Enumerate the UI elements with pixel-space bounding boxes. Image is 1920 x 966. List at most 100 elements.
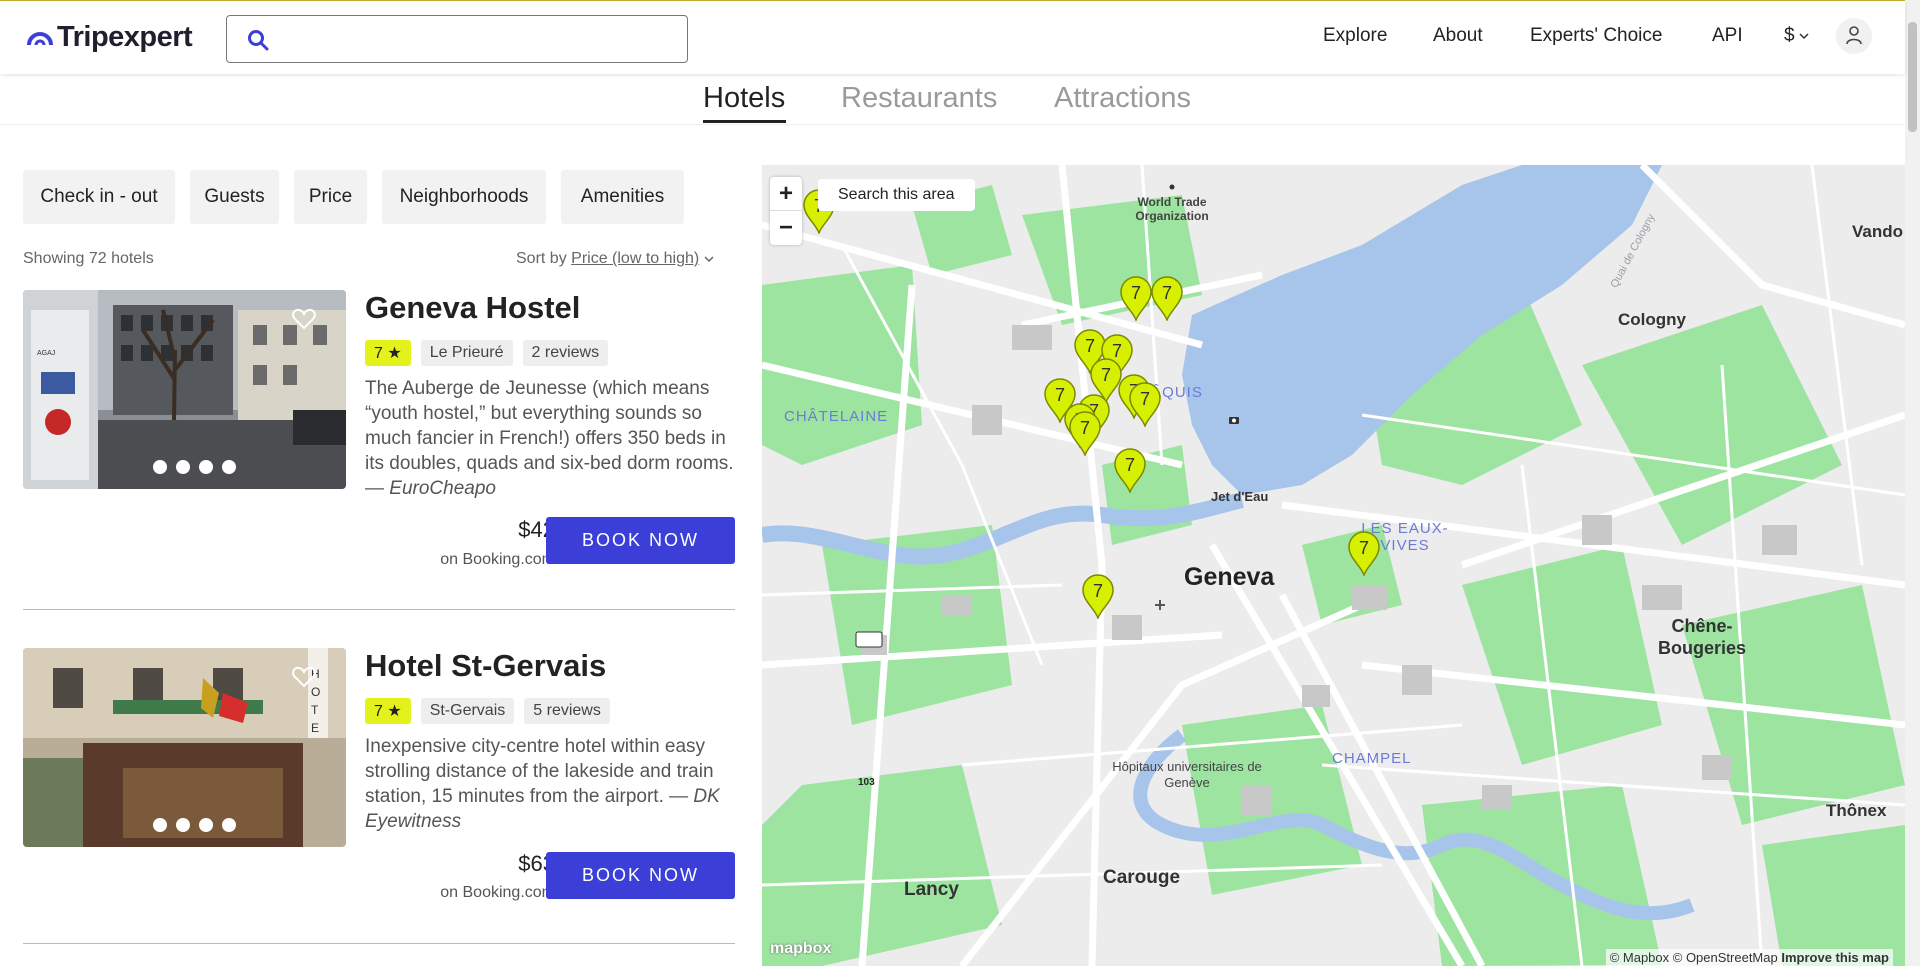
- hotel-map-marker[interactable]: 7: [1347, 530, 1381, 578]
- zoom-out-button[interactable]: −: [770, 211, 802, 245]
- nav-api[interactable]: API: [1712, 25, 1743, 47]
- logo-text: Tripexpert: [57, 21, 193, 53]
- map-label-lancy: Lancy: [904, 879, 959, 900]
- nav-explore[interactable]: Explore: [1323, 25, 1387, 47]
- zoom-control: + −: [770, 177, 802, 245]
- card-divider: [23, 943, 735, 944]
- carousel-dot[interactable]: [199, 460, 213, 474]
- hotel-card[interactable]: H O T E Hotel St-Gervais 7 ★ St-Gervais …: [23, 648, 735, 928]
- hotel-card[interactable]: AGAJ Geneva Hostel 7 ★ Le Prieuré 2 revi…: [23, 290, 735, 570]
- filter-guests[interactable]: Guests: [190, 170, 279, 224]
- filter-check-in-out[interactable]: Check in - out: [23, 170, 175, 224]
- hotel-description: Inexpensive city-centre hotel within eas…: [365, 734, 737, 834]
- hotel-map-marker[interactable]: 7: [1150, 275, 1184, 323]
- photo-carousel-dots[interactable]: [153, 818, 236, 832]
- category-tabs: Hotels Restaurants Attractions: [0, 74, 1905, 125]
- neighborhood-badge[interactable]: Le Prieuré: [420, 340, 513, 366]
- carousel-dot[interactable]: [222, 460, 236, 474]
- svg-text:7: 7: [1125, 455, 1135, 475]
- svg-text:7: 7: [1140, 389, 1150, 409]
- map-label-jet-deau: Jet d'Eau: [1211, 489, 1269, 504]
- description-source: EuroCheapo: [389, 478, 496, 499]
- sort-control[interactable]: Sort by Price (low to high): [516, 250, 714, 268]
- search-icon: [248, 30, 269, 51]
- map-attribution: © Mapbox © OpenStreetMap Improve this ma…: [1605, 949, 1893, 966]
- rating-badge: 7 ★: [365, 340, 411, 366]
- hotel-badges: 7 ★ St-Gervais 5 reviews: [365, 698, 610, 724]
- map-label-hopitaux: Hôpitaux universitaires de Genève: [1112, 759, 1262, 790]
- tab-attractions[interactable]: Attractions: [1054, 82, 1191, 115]
- search-this-area-button[interactable]: Search this area: [818, 179, 975, 211]
- sort-value[interactable]: Price (low to high): [571, 250, 699, 267]
- page-scrollbar[interactable]: [1905, 0, 1920, 966]
- tab-hotels[interactable]: Hotels: [703, 82, 785, 115]
- tripexpert-logo-icon: [27, 31, 53, 45]
- sort-prefix: Sort by: [516, 250, 572, 267]
- improve-map-link[interactable]: Improve this map: [1781, 950, 1889, 965]
- map-label-chatelaine: CHÂTELAINE: [784, 408, 889, 425]
- search-input[interactable]: [283, 24, 673, 54]
- tab-restaurants[interactable]: Restaurants: [841, 82, 997, 115]
- description-text: Inexpensive city-centre hotel within eas…: [365, 736, 714, 807]
- road-number-label: 103: [858, 777, 875, 788]
- carousel-dot[interactable]: [222, 818, 236, 832]
- favorite-heart-icon[interactable]: [292, 666, 316, 688]
- nav-experts-choice[interactable]: Experts' Choice: [1530, 25, 1662, 47]
- hotel-map-marker[interactable]: 7: [1119, 275, 1153, 323]
- carousel-dot[interactable]: [199, 818, 213, 832]
- filter-amenities[interactable]: Amenities: [561, 170, 684, 224]
- currency-selector[interactable]: $: [1784, 25, 1809, 47]
- price-source: on Booking.com: [440, 884, 555, 901]
- user-menu-button[interactable]: [1836, 18, 1872, 54]
- search-box[interactable]: [226, 15, 688, 63]
- attribution-text[interactable]: © Mapbox © OpenStreetMap: [1610, 950, 1778, 965]
- svg-text:7: 7: [1162, 283, 1172, 303]
- hotel-price: $63: [518, 851, 555, 876]
- map-label-thonex: Thônex: [1826, 801, 1887, 820]
- hotel-photo[interactable]: AGAJ: [23, 290, 346, 489]
- svg-text:AGAJ: AGAJ: [37, 350, 55, 357]
- filter-neighborhoods[interactable]: Neighborhoods: [382, 170, 546, 224]
- carousel-dot[interactable]: [153, 818, 167, 832]
- svg-text:E: E: [311, 721, 319, 735]
- logo[interactable]: Tripexpert: [27, 21, 193, 54]
- chevron-down-icon: [704, 256, 714, 263]
- hotel-map-marker[interactable]: 7: [1068, 410, 1102, 458]
- scrollbar-thumb[interactable]: [1908, 22, 1917, 132]
- site-header: Tripexpert Explore About Experts' Choice…: [0, 1, 1905, 74]
- mapbox-logo[interactable]: mapbox: [770, 940, 831, 958]
- zoom-in-button[interactable]: +: [770, 177, 802, 211]
- svg-text:7: 7: [1359, 538, 1369, 558]
- map-base: [762, 165, 1905, 966]
- photo-carousel-dots[interactable]: [153, 460, 236, 474]
- map-label-geneva: Geneva: [1184, 563, 1275, 591]
- favorite-heart-icon[interactable]: [292, 308, 316, 330]
- results-map[interactable]: World Trade Organization Vando Cologny Q…: [762, 165, 1905, 966]
- map-label-cologny: Cologny: [1618, 310, 1686, 329]
- carousel-dot[interactable]: [176, 460, 190, 474]
- carousel-dot[interactable]: [176, 818, 190, 832]
- filter-price[interactable]: Price: [294, 170, 367, 224]
- carousel-dot[interactable]: [153, 460, 167, 474]
- book-now-button[interactable]: BOOK NOW: [546, 852, 735, 899]
- hotel-map-marker[interactable]: 7: [1081, 573, 1115, 621]
- hotel-map-marker[interactable]: 7: [1128, 381, 1162, 429]
- reviews-badge[interactable]: 5 reviews: [524, 698, 610, 724]
- hotel-photo[interactable]: H O T E: [23, 648, 346, 847]
- nav-about[interactable]: About: [1433, 25, 1483, 47]
- card-divider: [23, 609, 735, 610]
- map-label-chene-bougeries: Chêne-Bougeries: [1657, 616, 1747, 658]
- price-source: on Booking.com: [440, 551, 555, 568]
- map-label-vando: Vando: [1852, 222, 1904, 241]
- hotel-map-marker[interactable]: 7: [1113, 447, 1147, 495]
- neighborhood-badge[interactable]: St-Gervais: [420, 698, 515, 724]
- hotel-name[interactable]: Hotel St-Gervais: [365, 648, 606, 684]
- hotel-name[interactable]: Geneva Hostel: [365, 290, 580, 326]
- active-tab-indicator: [703, 120, 786, 123]
- book-now-button[interactable]: BOOK NOW: [546, 517, 735, 564]
- hotel-description: The Auberge de Jeunesse (which means “yo…: [365, 376, 737, 501]
- svg-text:7: 7: [1093, 581, 1103, 601]
- reviews-badge[interactable]: 2 reviews: [522, 340, 609, 366]
- svg-text:T: T: [311, 703, 319, 717]
- map-label-champel: CHAMPEL: [1332, 750, 1412, 767]
